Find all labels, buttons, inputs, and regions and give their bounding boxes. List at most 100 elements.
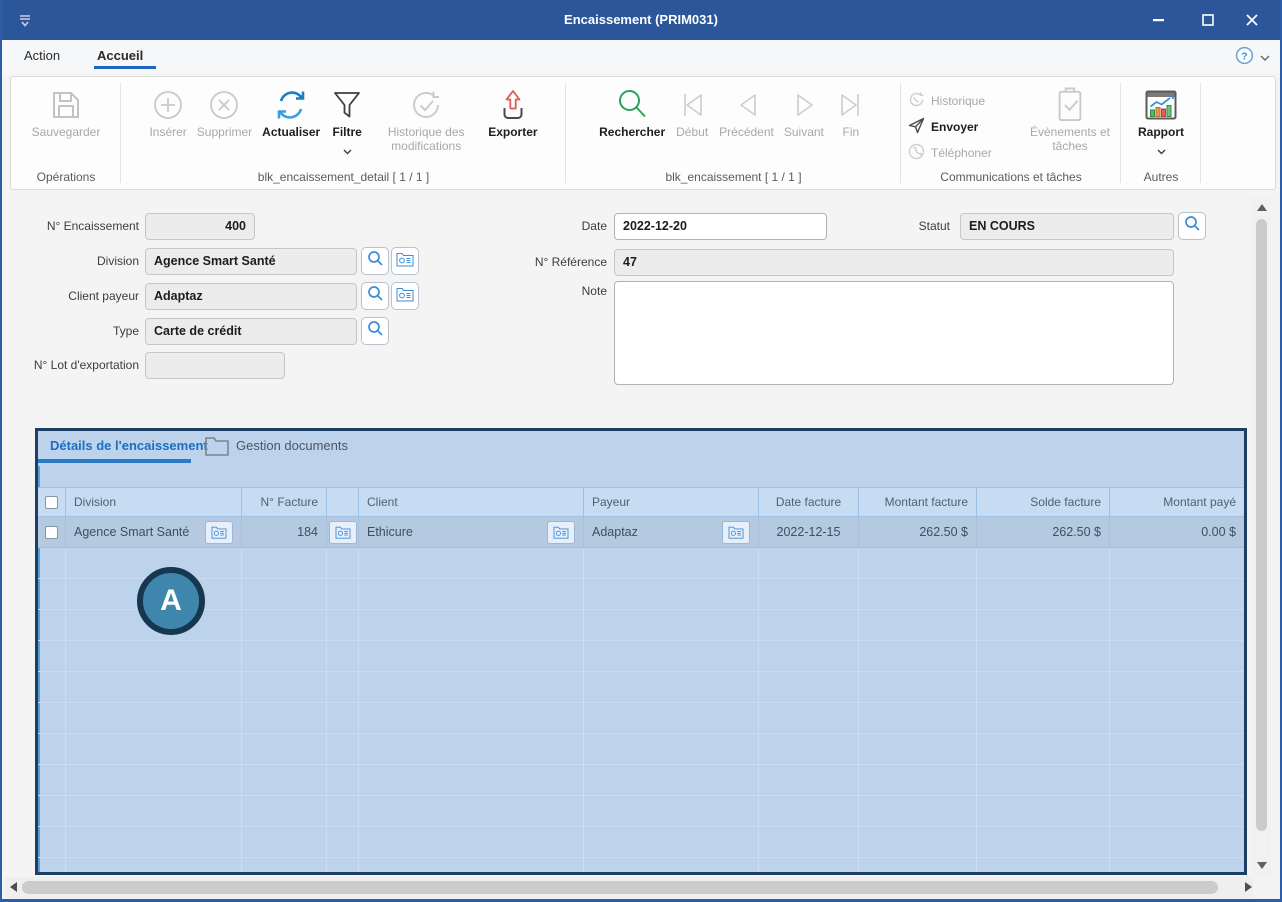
tab-gestion-documents[interactable]: Gestion documents bbox=[236, 438, 348, 453]
refresh-icon bbox=[273, 84, 309, 126]
reference-field[interactable]: 47 bbox=[614, 249, 1174, 276]
search-button[interactable]: Rechercher bbox=[595, 83, 669, 141]
previous-record-button[interactable]: Précédent bbox=[715, 83, 778, 141]
scroll-down-arrow-icon[interactable] bbox=[1257, 862, 1267, 869]
table-row[interactable]: Agence Smart Santé 184 Ethicure Adaptaz … bbox=[38, 517, 1244, 548]
magnifier-icon bbox=[367, 250, 384, 272]
menu-bar: Action Accueil bbox=[2, 40, 1280, 74]
skip-start-icon bbox=[675, 84, 709, 126]
application-window: Encaissement (PRIM031) Action Accueil ? bbox=[0, 0, 1282, 902]
vertical-scrollbar[interactable] bbox=[1252, 197, 1271, 876]
header-solde-facture[interactable]: Solde facture bbox=[977, 488, 1110, 516]
first-record-button[interactable]: Début bbox=[671, 83, 713, 141]
client-payeur-lookup-button[interactable] bbox=[361, 282, 389, 310]
division-open-button[interactable] bbox=[391, 247, 419, 275]
save-button[interactable]: Sauvegarder bbox=[28, 83, 105, 141]
date-field[interactable]: 2022-12-20 bbox=[614, 213, 827, 240]
save-icon bbox=[49, 84, 83, 126]
search-icon bbox=[615, 84, 649, 126]
menu-tab-action[interactable]: Action bbox=[24, 40, 60, 74]
no-encaissement-label: N° Encaissement bbox=[2, 213, 139, 240]
header-montant-facture[interactable]: Montant facture bbox=[859, 488, 977, 516]
division-open-record-button[interactable] bbox=[205, 521, 233, 544]
lot-exportation-field[interactable] bbox=[145, 352, 285, 379]
scroll-left-arrow-icon[interactable] bbox=[10, 882, 17, 892]
modification-history-button[interactable]: Historique des modifications bbox=[370, 83, 482, 155]
history-check-icon bbox=[409, 84, 443, 126]
svg-text:?: ? bbox=[1241, 51, 1247, 62]
phone-icon bbox=[908, 143, 925, 163]
call-history-button[interactable]: Historique bbox=[902, 91, 1020, 111]
row-checkbox[interactable] bbox=[45, 526, 58, 539]
close-button[interactable] bbox=[1230, 0, 1274, 40]
header-date-facture[interactable]: Date facture bbox=[759, 488, 859, 516]
facture-open-record-button[interactable] bbox=[329, 521, 357, 544]
lot-exportation-label: N° Lot d'exportation bbox=[2, 352, 139, 379]
cell-payeur: Adaptaz bbox=[592, 525, 638, 539]
filter-button[interactable]: Filtre bbox=[326, 83, 368, 161]
folder-tab-icon bbox=[204, 435, 230, 462]
cell-montant-facture: 262.50 $ bbox=[859, 517, 977, 547]
events-tasks-button[interactable]: Évènements et tâches bbox=[1020, 83, 1120, 155]
scroll-right-arrow-icon[interactable] bbox=[1245, 882, 1252, 892]
help-icon[interactable]: ? bbox=[1235, 46, 1254, 70]
tab-details-encaissement[interactable]: Détails de l'encaissement bbox=[50, 438, 208, 453]
statut-label: Statut bbox=[862, 213, 950, 240]
last-record-button[interactable]: Fin bbox=[830, 83, 872, 141]
horizontal-scrollbar-thumb[interactable] bbox=[22, 881, 1218, 894]
ribbon-group-encaissement-detail: Insérer Supprimer Actualiser bbox=[121, 77, 566, 189]
statut-lookup-button[interactable] bbox=[1178, 212, 1206, 240]
window-title: Encaissement (PRIM031) bbox=[2, 0, 1280, 40]
type-field[interactable]: Carte de crédit bbox=[145, 318, 357, 345]
send-button[interactable]: Envoyer bbox=[902, 117, 1020, 137]
select-all-checkbox[interactable] bbox=[45, 496, 58, 509]
ribbon-collapse-chevron-icon[interactable] bbox=[1260, 49, 1270, 67]
client-open-record-button[interactable] bbox=[547, 521, 575, 544]
division-label: Division bbox=[2, 248, 139, 275]
group-caption-communications: Communications et tâches bbox=[901, 167, 1121, 189]
header-payeur[interactable]: Payeur bbox=[584, 488, 759, 516]
refresh-button[interactable]: Actualiser bbox=[258, 83, 324, 141]
cell-client: Ethicure bbox=[367, 525, 413, 539]
group-caption-operations: Opérations bbox=[11, 167, 121, 189]
magnifier-icon bbox=[367, 320, 384, 342]
note-field[interactable] bbox=[614, 281, 1174, 385]
division-field[interactable]: Agence Smart Santé bbox=[145, 248, 357, 275]
delete-button[interactable]: Supprimer bbox=[193, 83, 256, 141]
ribbon-group-communications: Historique Envoyer Téléphoner bbox=[901, 77, 1121, 189]
horizontal-scrollbar[interactable] bbox=[5, 877, 1257, 898]
folder-search-icon bbox=[396, 251, 414, 272]
no-encaissement-field[interactable]: 400 bbox=[145, 213, 255, 240]
cell-division: Agence Smart Santé bbox=[74, 525, 189, 539]
clipboard-check-icon bbox=[1053, 84, 1087, 126]
maximize-button[interactable] bbox=[1186, 0, 1230, 40]
header-select-all bbox=[38, 488, 66, 516]
phone-button[interactable]: Téléphoner bbox=[902, 143, 1020, 163]
division-lookup-button[interactable] bbox=[361, 247, 389, 275]
header-division[interactable]: Division bbox=[66, 488, 242, 516]
statut-field[interactable]: EN COURS bbox=[960, 213, 1174, 240]
client-payeur-field[interactable]: Adaptaz bbox=[145, 283, 357, 310]
export-icon bbox=[496, 84, 530, 126]
minimize-button[interactable] bbox=[1136, 0, 1180, 40]
export-button[interactable]: Exporter bbox=[484, 83, 541, 141]
previous-icon bbox=[730, 84, 764, 126]
insert-button[interactable]: Insérer bbox=[145, 83, 190, 141]
insert-icon bbox=[151, 84, 185, 126]
client-payeur-open-button[interactable] bbox=[391, 282, 419, 310]
payeur-open-record-button[interactable] bbox=[722, 521, 750, 544]
ribbon: Sauvegarder Opérations Insérer Supprimer bbox=[10, 76, 1276, 190]
group-caption-blk-encaissement: blk_encaissement [ 1 / 1 ] bbox=[566, 167, 901, 189]
vertical-scrollbar-thumb[interactable] bbox=[1256, 219, 1267, 831]
header-no-facture[interactable]: N° Facture bbox=[242, 488, 327, 516]
type-lookup-button[interactable] bbox=[361, 317, 389, 345]
client-payeur-label: Client payeur bbox=[2, 283, 139, 310]
header-client[interactable]: Client bbox=[359, 488, 584, 516]
scroll-up-arrow-icon[interactable] bbox=[1257, 204, 1267, 211]
next-record-button[interactable]: Suivant bbox=[780, 83, 828, 141]
cell-no-facture: 184 bbox=[242, 517, 327, 547]
table-header-row: Division N° Facture Client Payeur Date f… bbox=[38, 487, 1244, 517]
annotation-marker-a: A bbox=[137, 567, 205, 635]
report-button[interactable]: Rapport bbox=[1134, 83, 1188, 161]
header-montant-paye[interactable]: Montant payé bbox=[1110, 488, 1244, 516]
